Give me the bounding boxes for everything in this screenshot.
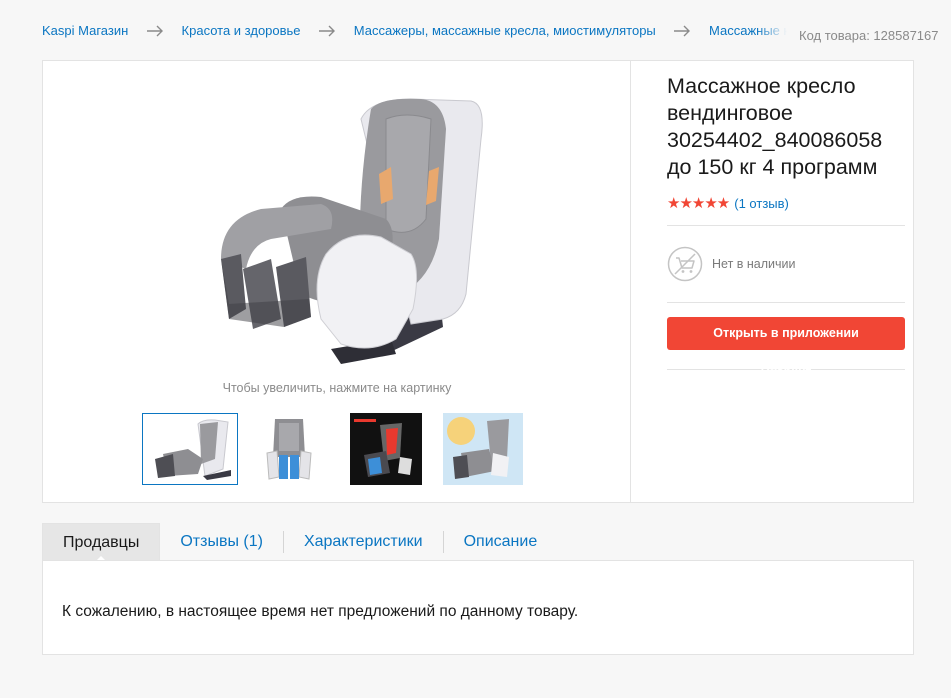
breadcrumb-item-beauty[interactable]: Красота и здоровье <box>182 23 301 38</box>
product-code: Код товара: 128587167 <box>799 28 939 43</box>
tab-reviews[interactable]: Отзывы (1) <box>160 523 283 561</box>
rating-stars: ★★★★★ <box>667 195 730 212</box>
arrow-right-icon <box>674 25 691 37</box>
main-product-image[interactable] <box>181 79 501 369</box>
arrow-right-icon <box>146 25 163 37</box>
thumbnail-chair-front-view[interactable] <box>261 413 317 485</box>
tab-description[interactable]: Описание <box>444 523 558 561</box>
tab-label: Описание <box>463 533 538 550</box>
product-gallery: Чтобы увеличить, нажмите на картинку <box>43 61 631 502</box>
tab-specifications[interactable]: Характеристики <box>284 523 443 561</box>
product-title: Массажное кресло вендинговое 30254402_84… <box>667 73 907 181</box>
product-info: Массажное кресло вендинговое 30254402_84… <box>667 73 907 373</box>
sellers-panel: К сожалению, в настоящее время нет предл… <box>42 560 914 655</box>
zoom-hint: Чтобы увеличить, нажмите на картинку <box>222 381 452 395</box>
product-title-line: до 150 кг 4 программ <box>667 155 878 179</box>
product-card: Чтобы увеличить, нажмите на картинку Мас… <box>42 60 914 503</box>
reviews-link[interactable]: (1 отзыв) <box>734 196 789 211</box>
stock-status-text: Нет в наличии <box>712 257 796 271</box>
stock-status: Нет в наличии <box>667 226 907 302</box>
open-in-app-button[interactable]: Открыть в приложении Kaspi.kz <box>667 317 905 373</box>
tab-label: Отзывы (1) <box>180 533 263 550</box>
product-title-line: Массажное кресло <box>667 74 856 98</box>
tab-label: Продавцы <box>63 533 140 551</box>
thumbnail-chair-features[interactable] <box>350 413 422 485</box>
product-rating: ★★★★★ (1 отзыв) <box>667 195 907 212</box>
thumbnail-chair-side-view[interactable] <box>142 413 238 485</box>
thumbnail-chair-lifestyle[interactable] <box>443 413 523 485</box>
tab-label: Характеристики <box>303 533 423 550</box>
breadcrumb-fade <box>757 22 787 44</box>
breadcrumb: Kaspi Магазин Красота и здоровье Массаже… <box>42 22 787 44</box>
product-title-line: 30254402_840086058 <box>667 128 883 152</box>
chair-lifestyle-thumb-icon <box>443 413 523 485</box>
chair-side-thumb-icon <box>143 414 237 484</box>
breadcrumb-item-home[interactable]: Kaspi Магазин <box>42 23 128 38</box>
no-offers-message: К сожалению, в настоящее время нет предл… <box>62 603 579 620</box>
product-title-line: вендинговое <box>667 101 793 125</box>
tab-sellers[interactable]: Продавцы <box>42 523 161 562</box>
chair-front-thumb-icon <box>261 413 317 485</box>
product-tabs: Продавцы Отзывы (1) Характеристики Описа… <box>42 523 558 562</box>
breadcrumb-item-massagers[interactable]: Массажеры, массажные кресла, миостимулят… <box>354 23 656 38</box>
chair-features-thumb-icon <box>350 413 422 485</box>
arrow-right-icon <box>319 25 336 37</box>
no-cart-icon <box>667 246 703 282</box>
